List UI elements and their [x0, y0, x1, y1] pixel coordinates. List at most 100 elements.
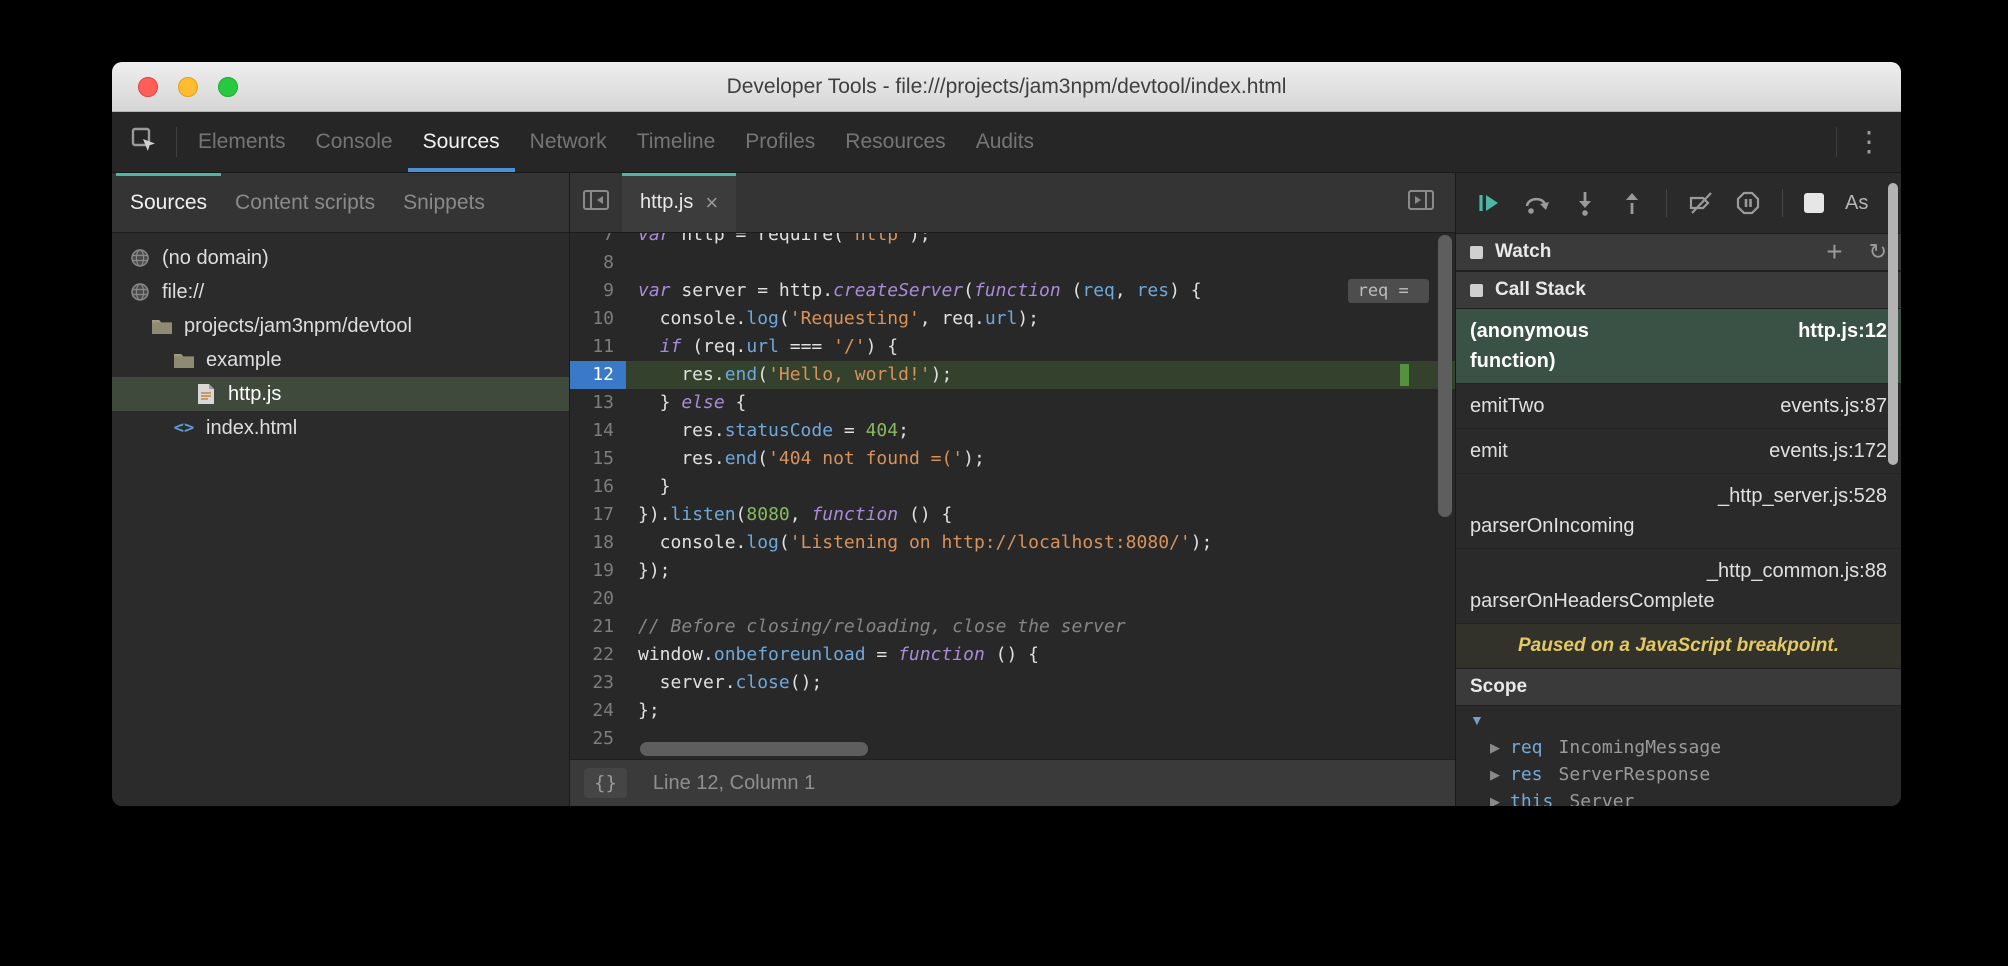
code-text[interactable]: console.log('Requesting', req.url);: [626, 305, 1039, 333]
line-number[interactable]: 21: [570, 613, 626, 641]
close-tab-icon[interactable]: ×: [705, 191, 718, 214]
scope-expander[interactable]: ▼: [1456, 706, 1901, 734]
tree-item-label: (no domain): [162, 246, 269, 269]
line-number[interactable]: 7: [570, 233, 626, 249]
scope-section-header[interactable]: Scope: [1456, 668, 1901, 706]
code-text[interactable]: res.statusCode = 404;: [626, 417, 909, 445]
show-drawer-button[interactable]: [1395, 173, 1447, 232]
chevron-right-icon[interactable]: ▶: [1490, 740, 1500, 756]
code-text[interactable]: var server = http.createServer(function …: [626, 277, 1202, 305]
chevron-right-icon[interactable]: ▶: [1490, 767, 1500, 783]
inspect-element-button[interactable]: [112, 112, 176, 172]
watch-section-header[interactable]: Watch + ↻: [1456, 233, 1901, 271]
scrollbar-thumb[interactable]: [1888, 183, 1898, 465]
code-text[interactable]: res.end('404 not found =(');: [626, 445, 984, 473]
folder-icon: [148, 317, 176, 335]
sidebar-tab-snippets[interactable]: Snippets: [389, 173, 499, 232]
line-number[interactable]: 17: [570, 501, 626, 529]
editor-vertical-scrollbar[interactable]: [1437, 233, 1453, 739]
line-number[interactable]: 16: [570, 473, 626, 501]
scope-variable-row[interactable]: ▶ res ServerResponse: [1456, 761, 1901, 788]
code-text[interactable]: });: [626, 557, 671, 585]
scrollbar-thumb[interactable]: [1438, 235, 1452, 517]
resume-script-button[interactable]: [1476, 190, 1502, 216]
chevron-right-icon[interactable]: ▶: [1490, 794, 1500, 807]
line-number[interactable]: 9: [570, 277, 626, 305]
line-number[interactable]: 22: [570, 641, 626, 669]
tree-item[interactable]: file://: [112, 275, 569, 309]
tab-sources[interactable]: Sources: [408, 112, 515, 172]
line-number[interactable]: 20: [570, 585, 626, 613]
call-stack-frame[interactable]: events.js:172 emit: [1456, 429, 1901, 474]
code-text[interactable]: }).listen(8080, function () {: [626, 501, 952, 529]
line-number[interactable]: 19: [570, 557, 626, 585]
refresh-watch-icon[interactable]: ↻: [1869, 241, 1887, 263]
tree-item[interactable]: example: [112, 343, 569, 377]
tab-elements[interactable]: Elements: [183, 112, 301, 172]
sidebar-tab-content-scripts[interactable]: Content scripts: [221, 173, 389, 232]
step-out-button[interactable]: [1619, 190, 1645, 216]
hide-navigator-button[interactable]: [570, 173, 622, 232]
tree-item[interactable]: (no domain): [112, 241, 569, 275]
code-text[interactable]: } else {: [626, 389, 747, 417]
editor-horizontal-scrollbar[interactable]: [570, 741, 1435, 757]
code-text[interactable]: // Before closing/reloading, close the s…: [626, 613, 1126, 641]
line-number[interactable]: 14: [570, 417, 626, 445]
title-bar[interactable]: Developer Tools - file:///projects/jam3n…: [112, 62, 1901, 112]
async-checkbox[interactable]: [1804, 193, 1824, 213]
step-over-button[interactable]: [1523, 190, 1551, 216]
call-stack-frame[interactable]: _http_common.js:88 parserOnHeadersComplet…: [1456, 549, 1901, 624]
line-number[interactable]: 12: [570, 361, 626, 389]
code-text[interactable]: window.onbeforeunload = function () {: [626, 641, 1039, 669]
tree-item[interactable]: http.js: [112, 377, 569, 411]
line-number[interactable]: 11: [570, 333, 626, 361]
call-stack-frame[interactable]: _http_server.js:528 parserOnIncoming: [1456, 474, 1901, 549]
code-text[interactable]: if (req.url === '/') {: [626, 333, 898, 361]
line-number[interactable]: 15: [570, 445, 626, 473]
tab-audits[interactable]: Audits: [961, 112, 1049, 172]
tree-item[interactable]: projects/jam3npm/devtool: [112, 309, 569, 343]
scope-variable-row[interactable]: ▶ this Server: [1456, 788, 1901, 806]
tab-profiles[interactable]: Profiles: [730, 112, 830, 172]
call-stack-frame[interactable]: events.js:87 emitTwo: [1456, 384, 1901, 429]
debugger-toolbar: As: [1456, 173, 1901, 233]
call-stack-frame[interactable]: http.js:12 (anonymous function): [1456, 309, 1901, 384]
code-text[interactable]: var http = require('http');: [626, 233, 931, 249]
zoom-window-button[interactable]: [218, 76, 238, 97]
tab-resources[interactable]: Resources: [830, 112, 960, 172]
line-number[interactable]: 10: [570, 305, 626, 333]
deactivate-breakpoints-button[interactable]: [1688, 190, 1714, 216]
editor-tab-httpjs[interactable]: http.js ×: [622, 173, 737, 232]
line-number[interactable]: 23: [570, 669, 626, 697]
code-text[interactable]: }: [626, 473, 671, 501]
code-text[interactable]: console.log('Listening on http://localho…: [626, 529, 1213, 557]
scope-variable-row[interactable]: ▶ req IncomingMessage: [1456, 734, 1901, 761]
code-editor[interactable]: 7 var http = require('http'); 8 9 var server…: [570, 233, 1455, 759]
code-text[interactable]: res.end('Hello, world!');: [626, 361, 952, 389]
callstack-section-header[interactable]: Call Stack: [1456, 271, 1901, 309]
tab-timeline[interactable]: Timeline: [622, 112, 731, 172]
code-text[interactable]: server.close();: [626, 669, 823, 697]
scrollbar-thumb[interactable]: [640, 742, 868, 756]
line-number[interactable]: 18: [570, 529, 626, 557]
add-watch-icon[interactable]: +: [1826, 238, 1842, 266]
line-number[interactable]: 13: [570, 389, 626, 417]
file-js-icon: [192, 383, 220, 405]
minimize-window-button[interactable]: [178, 76, 198, 97]
tree-item[interactable]: <> index.html: [112, 411, 569, 445]
tab-console[interactable]: Console: [301, 112, 408, 172]
code-text[interactable]: [626, 585, 638, 613]
step-into-button[interactable]: [1572, 190, 1598, 216]
sidebar-tab-sources[interactable]: Sources: [116, 173, 221, 232]
close-window-button[interactable]: [138, 76, 158, 97]
pause-on-exceptions-button[interactable]: [1735, 190, 1761, 216]
line-number[interactable]: 24: [570, 697, 626, 725]
panel-scrollbar[interactable]: [1887, 179, 1899, 800]
pretty-print-button[interactable]: {}: [584, 768, 627, 798]
code-text[interactable]: [626, 249, 638, 277]
more-options-icon[interactable]: ⋮: [1855, 128, 1883, 156]
line-number[interactable]: 8: [570, 249, 626, 277]
code-text[interactable]: };: [626, 697, 660, 725]
code-line: 15 res.end('404 not found =(');: [570, 445, 1455, 473]
tab-network[interactable]: Network: [515, 112, 622, 172]
